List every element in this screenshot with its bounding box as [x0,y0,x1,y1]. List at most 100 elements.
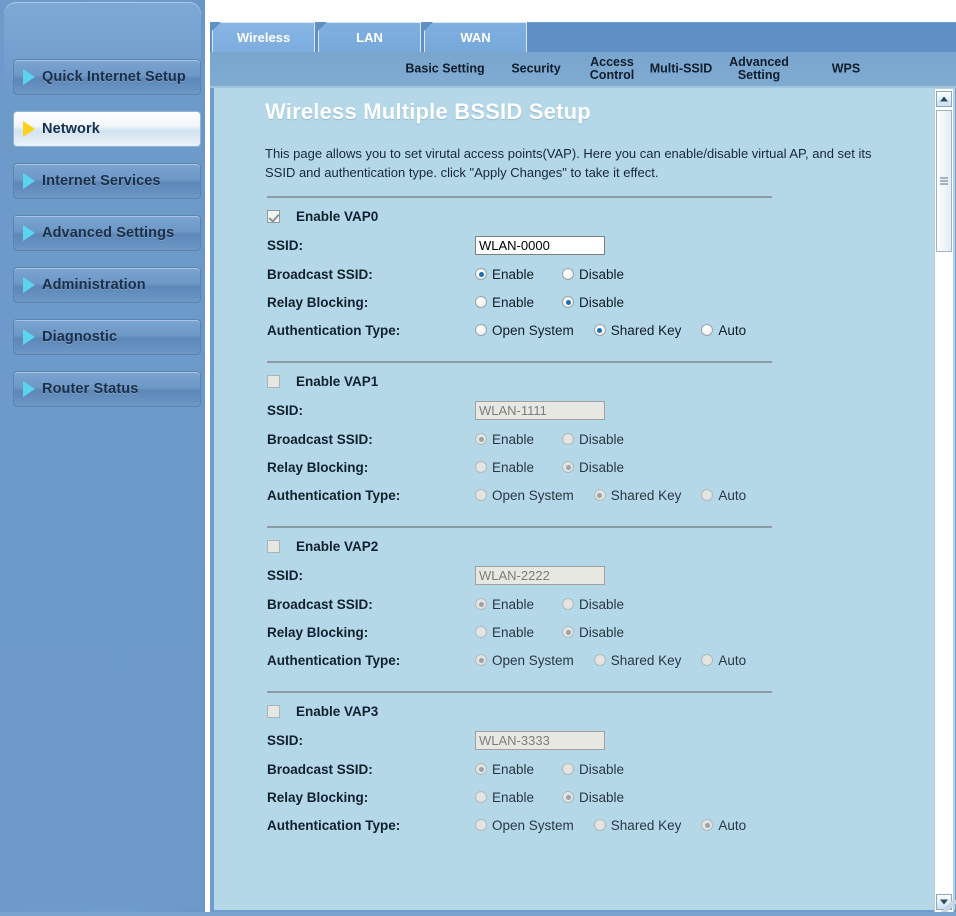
triangle-right-icon [23,121,35,137]
relay-blocking-row-3: Relay Blocking: Enable Disable [267,785,887,809]
broadcast-ssid-enable-vap2: Enable [475,597,534,612]
relay-blocking-disable-vap2: Disable [562,625,624,640]
relay-blocking-disable-vap3-label: Disable [579,789,625,805]
ssid-field-label: SSID: [267,237,304,253]
relay-blocking-disable-vap0-radio[interactable] [562,296,575,308]
broadcast-ssid-disable-vap2: Disable [562,597,624,612]
vap-enable-row-3: Enable VAP3 [267,701,887,721]
sidebar-panel: Quick Internet Setup Network Internet Serv… [4,2,201,906]
vap-enable-row-1: Enable VAP1 [267,371,887,391]
enable-vap3-label: Enable VAP3 [296,703,379,719]
subtab-security[interactable]: Security [505,62,566,76]
auth-shared-key-vap3-label: Shared Key [610,817,682,833]
sidebar-item-router-status[interactable]: Router Status [13,371,201,407]
broadcast-ssid-enable-vap0[interactable]: Enable [475,267,534,282]
auth-shared-key-vap1: Shared Key [593,488,681,503]
relay-blocking-label: Relay Blocking: [267,624,369,640]
content-panel: Wireless Multiple BSSID Setup This page … [210,88,956,913]
scrollbar-thumb[interactable] [936,110,952,252]
broadcast-ssid-label: Broadcast SSID: [267,596,373,612]
broadcast-ssid-label: Broadcast SSID: [267,431,373,447]
tab-lan[interactable]: LAN [318,22,421,52]
sidebar-item-diagnostic[interactable]: Diagnostic [13,319,201,355]
auth-type-label: Authentication Type: [267,487,401,503]
auth-open-system-vap2-label: Open System [492,652,574,668]
relay-blocking-disable-vap1: Disable [562,460,624,475]
auth-type-group: Open System Shared Key Auto [475,323,762,338]
subtab-multi-ssid[interactable]: Multi-SSID [644,62,719,76]
sidebar-item-label: Quick Internet Setup [42,69,186,85]
broadcast-ssid-enable-vap3-label: Enable [492,761,535,777]
vap-section-3: Enable VAP3 SSID: Broadcast SSID: Enable Dis… [267,701,887,837]
tab-wan[interactable]: WAN [424,22,527,52]
scrollbar-grip-icon [940,176,948,187]
enable-vap0-checkbox[interactable] [267,209,280,223]
relay-blocking-enable-vap1: Enable [475,460,534,475]
relay-blocking-disable-vap3: Disable [562,790,624,805]
auth-open-system-vap0-radio[interactable] [475,324,487,336]
relay-blocking-enable-vap2: Enable [475,625,534,640]
auth-type-row-0: Authentication Type: Open System Shared Ke… [267,318,887,342]
relay-blocking-enable-vap2-label: Enable [492,624,535,640]
auth-auto-vap1-label: Auto [718,487,747,503]
relay-blocking-group: Enable Disable [475,625,640,640]
subtab-wps[interactable]: WPS [826,62,866,76]
sidebar-item-advanced-settings[interactable]: Advanced Settings [13,215,201,251]
auth-shared-key-vap0[interactable]: Shared Key [593,323,681,338]
auth-auto-vap0[interactable]: Auto [701,323,746,338]
enable-vap0-label: Enable VAP0 [296,208,379,224]
relay-blocking-group: Enable Disable [475,460,640,475]
relay-blocking-enable-vap3-radio [475,791,487,803]
section-divider [267,361,772,363]
relay-blocking-disable-vap0[interactable]: Disable [562,295,624,310]
auth-open-system-vap3: Open System [475,818,574,833]
broadcast-ssid-disable-vap0-radio[interactable] [562,268,575,280]
relay-blocking-enable-vap0[interactable]: Enable [475,295,534,310]
triangle-right-icon [23,173,35,189]
auth-auto-vap0-radio[interactable] [701,324,714,336]
enable-vap3-checkbox[interactable] [267,704,280,718]
auth-auto-vap1: Auto [701,488,746,503]
enable-vap2-checkbox[interactable] [267,539,280,553]
relay-blocking-label: Relay Blocking: [267,789,369,805]
auth-shared-key-vap0-radio[interactable] [593,324,606,336]
sidebar-item-network[interactable]: Network [13,111,201,147]
page-description: This page allows you to set virutal acce… [265,146,872,180]
triangle-right-icon [23,69,35,85]
sidebar-item-quick-internet-setup[interactable]: Quick Internet Setup [13,59,201,95]
relay-blocking-disable-vap2-radio [562,626,575,638]
enable-vap1-checkbox[interactable] [267,374,280,388]
scroll-up-glyph [940,96,948,102]
section-divider [267,526,772,528]
broadcast-ssid-disable-vap3-label: Disable [579,761,625,777]
scroll-up-arrow-icon[interactable] [936,91,952,107]
broadcast-ssid-enable-vap0-label: Enable [492,266,535,282]
broadcast-ssid-disable-vap3-radio [562,763,575,775]
sidebar-item-administration[interactable]: Administration [13,267,201,303]
ssid-input-vap3 [475,730,605,750]
subtab-access-control[interactable]: Access Control [584,56,640,82]
auth-open-system-vap0[interactable]: Open System [475,323,574,338]
auth-shared-key-vap3-radio [593,819,606,831]
ssid-input-vap0[interactable] [475,235,605,255]
vap-enable-row-2: Enable VAP2 [267,536,887,556]
auth-open-system-vap1-radio [475,489,487,501]
auth-shared-key-vap2-radio [593,654,606,666]
sidebar-item-internet-services[interactable]: Internet Services [13,163,201,199]
ssid-row-3: SSID: [267,728,887,752]
broadcast-ssid-enable-vap0-radio[interactable] [475,268,487,280]
subtab-advanced-setting[interactable]: Advanced Setting [723,56,795,82]
relay-blocking-enable-vap3-label: Enable [492,789,535,805]
subtab-basic-setting[interactable]: Basic Setting [399,62,490,76]
relay-blocking-enable-vap0-radio[interactable] [475,296,487,308]
broadcast-ssid-disable-vap1-label: Disable [579,431,625,447]
broadcast-ssid-label: Broadcast SSID: [267,761,373,777]
vap-section-2: Enable VAP2 SSID: Broadcast SSID: Enable Dis… [267,536,887,672]
broadcast-ssid-disable-vap0[interactable]: Disable [562,267,624,282]
vertical-scrollbar[interactable] [934,88,954,913]
tab-wireless[interactable]: Wireless [212,22,315,52]
relay-blocking-disable-vap1-label: Disable [579,459,625,475]
relay-blocking-group: Enable Disable [475,790,640,805]
broadcast-ssid-row-1: Broadcast SSID: Enable Disable [267,427,887,451]
window-bottom-strip [0,912,956,916]
